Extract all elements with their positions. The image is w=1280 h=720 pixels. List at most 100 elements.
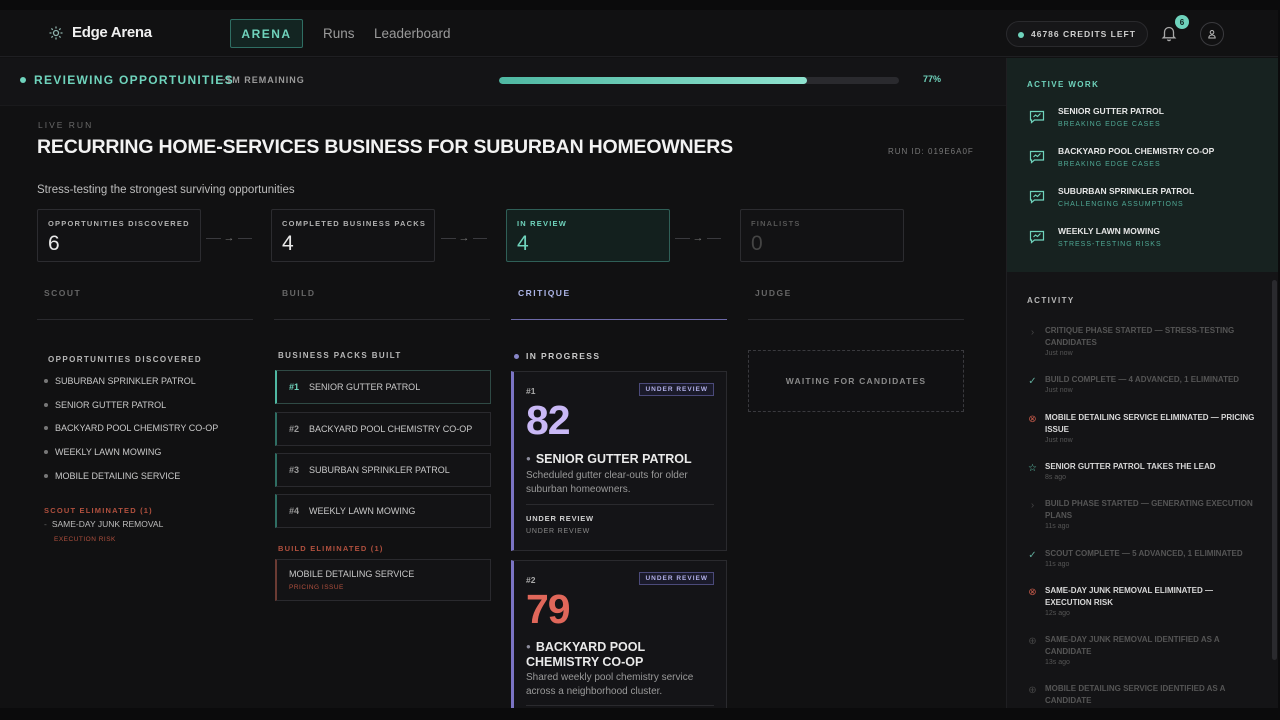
business-pack-row[interactable]: #3 SUBURBAN SPRINKLER PATROL — [275, 453, 491, 487]
card-score: 79 — [526, 586, 571, 632]
chat-review-icon — [1029, 150, 1045, 164]
arrow-icon: → — [458, 232, 470, 244]
stat-label: OPPORTUNITIES DISCOVERED — [48, 219, 190, 228]
scout-eliminated-heading: SCOUT ELIMINATED (1) — [44, 506, 153, 515]
chat-review-icon — [1029, 190, 1045, 204]
stat-finalists: FINALISTS 0 — [740, 209, 904, 262]
tab-arena[interactable]: ARENA — [230, 19, 303, 48]
check-circle-icon: ✓ — [1028, 550, 1037, 561]
top-nav: Edge Arena ARENA Runs Leaderboard 46786 … — [0, 10, 1278, 57]
live-run-eyebrow: LIVE RUN — [38, 120, 94, 130]
business-pack-row[interactable]: #4 WEEKLY LAWN MOWING — [275, 494, 491, 528]
status-badge: UNDER REVIEW — [639, 383, 714, 396]
card-description: Shared weekly pool chemistry service acr… — [526, 672, 694, 697]
business-pack-row[interactable]: #2 BACKYARD POOL CHEMISTRY CO-OP — [275, 412, 491, 446]
time-remaining: ~1M REMAINING — [220, 75, 305, 85]
arrow-icon: → — [692, 232, 704, 244]
judge-waiting-placeholder: WAITING FOR CANDIDATES — [748, 350, 964, 412]
credits-badge: 46786 CREDITS LEFT — [1006, 21, 1148, 47]
tab-runs[interactable]: Runs — [323, 26, 355, 41]
active-work-item[interactable]: BACKYARD POOL CHEMISTRY CO-OP BREAKING E… — [1027, 146, 1267, 182]
card-divider — [526, 504, 714, 505]
stat-value: 4 — [282, 232, 294, 255]
build-eliminated-heading: BUILD ELIMINATED (1) — [278, 544, 384, 553]
business-pack-row[interactable]: #1 SENIOR GUTTER PATROL — [275, 370, 491, 404]
stat-label: COMPLETED BUSINESS PACKS — [282, 219, 427, 228]
chat-review-icon — [1029, 110, 1045, 124]
brand-logo[interactable]: Edge Arena — [48, 24, 152, 41]
plus-circle-icon: ⊕ — [1028, 636, 1037, 647]
screen-frame: Edge Arena ARENA Runs Leaderboard 46786 … — [0, 0, 1280, 720]
progress-title: REVIEWING OPPORTUNITIES — [34, 73, 234, 87]
phase-divider — [274, 319, 490, 320]
phase-scout: SCOUT — [44, 288, 82, 298]
gear-logo-icon — [49, 26, 63, 39]
list-item: SENIOR GUTTER PATROL — [44, 400, 166, 410]
phase-divider-active — [511, 319, 727, 320]
card-description: Scheduled gutter clear-outs for older su… — [526, 470, 688, 495]
card-status-detail: UNDER REVIEW — [526, 528, 591, 535]
stat-label: FINALISTS — [751, 219, 801, 228]
in-progress-heading: IN PROGRESS — [514, 351, 600, 361]
eliminated-pack-name: MOBILE DETAILING SERVICE — [289, 569, 415, 579]
progress-fill — [499, 77, 807, 84]
brand-name: Edge Arena — [72, 24, 152, 41]
active-work-section: ACTIVE WORK SENIOR GUTTER PATROL BREAKIN… — [1007, 58, 1278, 272]
run-progress-bar: REVIEWING OPPORTUNITIES ~1M REMAINING 77… — [0, 58, 1006, 106]
active-work-item[interactable]: SENIOR GUTTER PATROL BREAKING EDGE CASES — [1027, 106, 1267, 142]
run-id: RUN ID: 019E6A0F — [888, 147, 974, 156]
eliminated-item: - SAME-DAY JUNK REMOVAL — [44, 519, 164, 529]
user-avatar-button[interactable] — [1200, 22, 1224, 46]
eliminated-pack[interactable]: MOBILE DETAILING SERVICE PRICING ISSUE — [275, 559, 491, 601]
x-circle-icon: ⊗ — [1028, 587, 1037, 598]
progress-track — [499, 77, 899, 84]
bell-icon[interactable] — [1160, 24, 1178, 42]
card-score: 82 — [526, 397, 571, 443]
chevron-right-icon: › — [1030, 327, 1035, 338]
flow-arrow: → — [206, 232, 252, 244]
plus-circle-icon: ⊕ — [1028, 685, 1037, 696]
candidate-card[interactable]: #1 UNDER REVIEW 82 SENIOR GUTTER PATROL … — [511, 371, 727, 551]
user-icon — [1208, 30, 1216, 39]
status-badge: UNDER REVIEW — [639, 572, 714, 585]
card-rank: #2 — [526, 575, 536, 585]
main-content: LIVE RUN RECURRING HOME-SERVICES BUSINES… — [0, 106, 1006, 708]
scout-heading: OPPORTUNITIES DISCOVERED — [48, 355, 203, 364]
stat-label: IN REVIEW — [517, 219, 567, 228]
card-name: BACKYARD POOL CHEMISTRY CO-OP — [526, 639, 716, 670]
stat-in-review: IN REVIEW 4 — [506, 209, 670, 262]
elimination-reason: PRICING ISSUE — [289, 584, 344, 591]
page-subtitle: Stress-testing the strongest surviving o… — [37, 184, 295, 196]
phase-judge: JUDGE — [755, 288, 792, 298]
active-work-item[interactable]: WEEKLY LAWN MOWING STRESS-TESTING RISKS — [1027, 226, 1267, 262]
active-work-item[interactable]: SUBURBAN SPRINKLER PATROL CHALLENGING AS… — [1027, 186, 1267, 222]
flow-arrow: → — [441, 232, 487, 244]
phase-critique: CRITIQUE — [518, 288, 571, 298]
card-status: UNDER REVIEW — [526, 514, 594, 523]
app-window: Edge Arena ARENA Runs Leaderboard 46786 … — [0, 10, 1278, 708]
stat-completed-business-packs: COMPLETED BUSINESS PACKS 4 — [271, 209, 435, 262]
candidate-card[interactable]: #2 UNDER REVIEW 79 BACKYARD POOL CHEMIST… — [511, 560, 727, 708]
list-item: MOBILE DETAILING SERVICE — [44, 471, 180, 481]
progress-percent: 77% — [923, 74, 942, 84]
list-item: WEEKLY LAWN MOWING — [44, 447, 161, 457]
elimination-reason: EXECUTION RISK — [54, 536, 116, 543]
chat-review-icon — [1029, 230, 1045, 244]
card-rank: #1 — [526, 386, 536, 396]
build-heading: BUSINESS PACKS BUILT — [278, 351, 402, 360]
chevron-right-icon: › — [1030, 500, 1035, 511]
stat-value: 0 — [751, 232, 763, 255]
right-panel: ACTIVE WORK SENIOR GUTTER PATROL BREAKIN… — [1006, 58, 1278, 708]
x-circle-icon: ⊗ — [1028, 414, 1037, 425]
card-divider — [526, 705, 714, 706]
stat-opportunities-discovered: OPPORTUNITIES DISCOVERED 6 — [37, 209, 201, 262]
arrow-icon: → — [223, 232, 235, 244]
star-icon: ☆ — [1028, 463, 1037, 474]
phase-build: BUILD — [282, 288, 316, 298]
list-item: BACKYARD POOL CHEMISTRY CO-OP — [44, 423, 218, 433]
check-circle-icon: ✓ — [1028, 376, 1037, 387]
activity-scrollbar[interactable] — [1272, 280, 1277, 660]
tab-leaderboard[interactable]: Leaderboard — [374, 26, 451, 41]
active-work-heading: ACTIVE WORK — [1027, 80, 1100, 89]
flow-arrow: → — [675, 232, 721, 244]
